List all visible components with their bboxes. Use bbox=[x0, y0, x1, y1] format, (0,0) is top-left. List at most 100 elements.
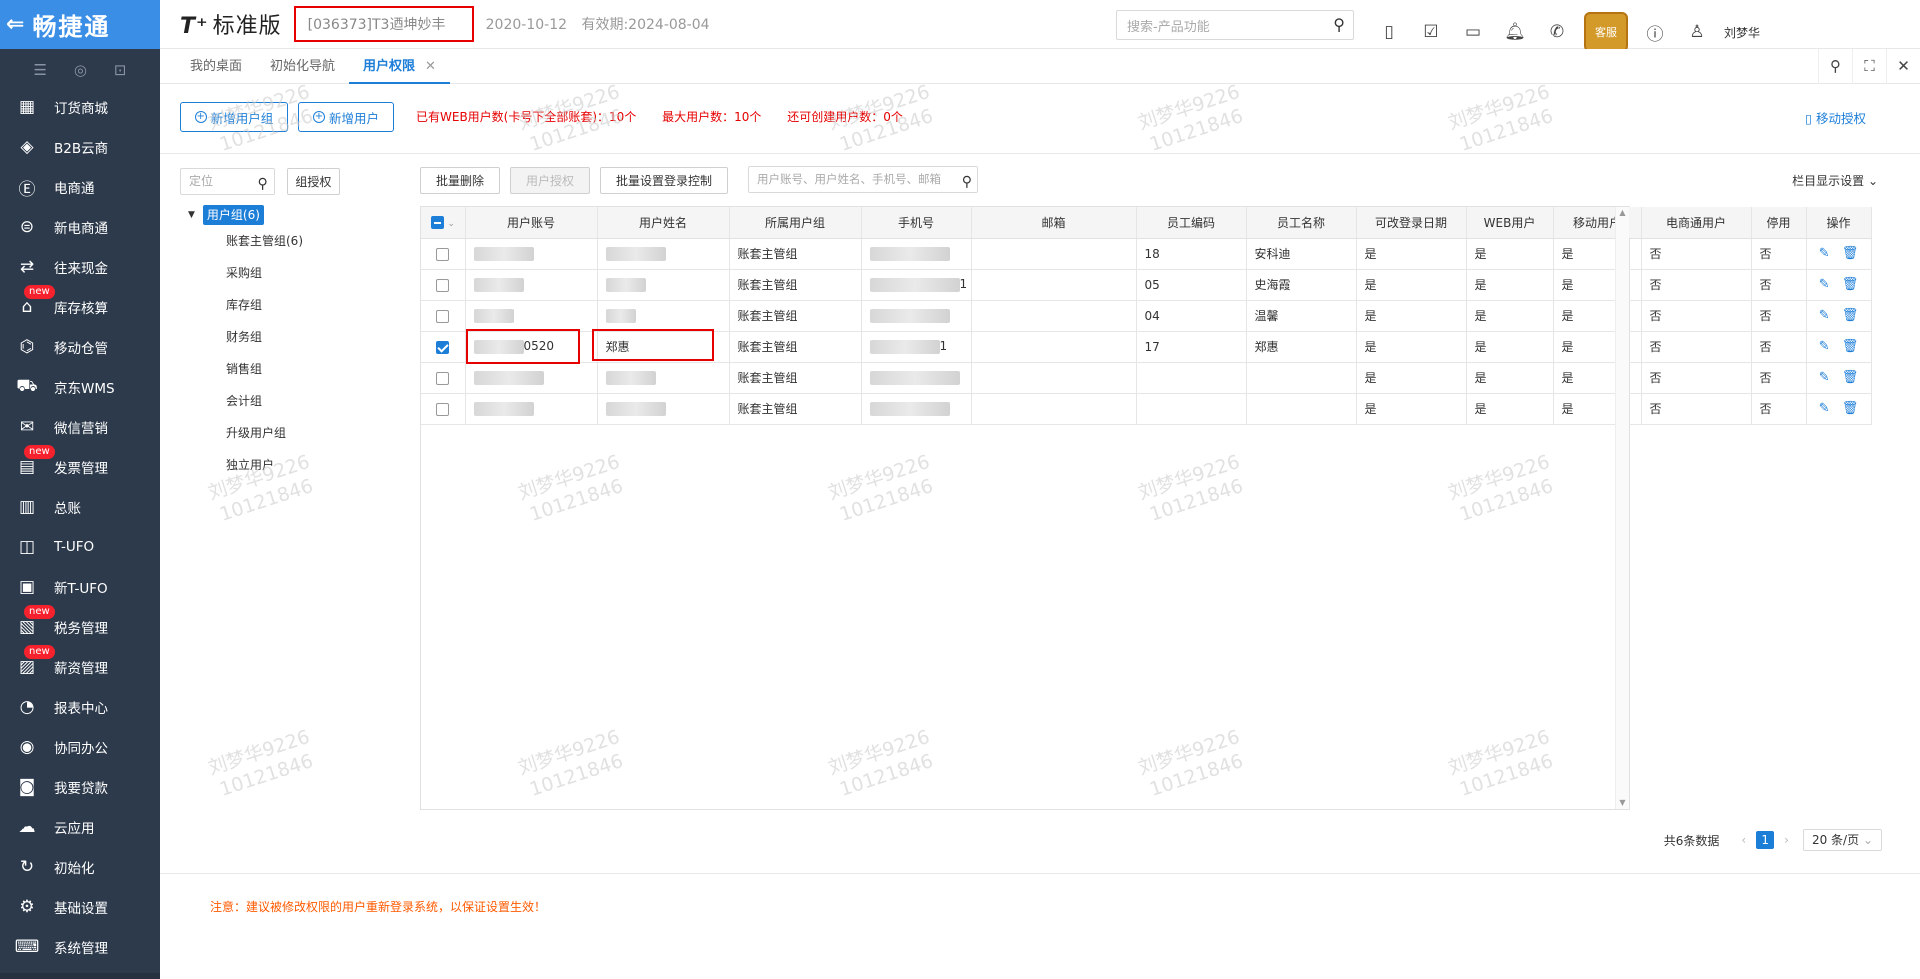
edit-icon[interactable]: ✎ bbox=[1819, 246, 1830, 261]
search-icon[interactable]: ⚲ bbox=[1333, 15, 1345, 34]
sidebar-item[interactable]: ✉ 微信营销 bbox=[0, 407, 160, 447]
scroll-down-icon[interactable]: ▼ bbox=[1616, 797, 1629, 809]
row-checkbox-cell[interactable] bbox=[421, 362, 466, 394]
tree-node[interactable]: 升级用户组 bbox=[180, 417, 340, 449]
batch-delete-button[interactable]: 批量删除 bbox=[420, 166, 500, 194]
row-checkbox-cell[interactable] bbox=[421, 393, 466, 425]
row-checkbox[interactable] bbox=[436, 278, 450, 292]
tree-node[interactable]: 独立用户 bbox=[180, 449, 340, 481]
trash-icon[interactable]: 🗑︎ bbox=[1842, 308, 1859, 323]
edit-icon[interactable]: ⊡ bbox=[114, 61, 127, 79]
row-checkbox-cell[interactable] bbox=[421, 331, 466, 363]
sidebar-item[interactable]: ▥ 总账 bbox=[0, 487, 160, 527]
search-icon[interactable]: ◎ bbox=[74, 61, 87, 79]
sidebar-item[interactable]: ☁ 云应用 bbox=[0, 807, 160, 847]
col-header[interactable]: 邮箱 bbox=[971, 207, 1137, 239]
table-row[interactable]: 账套主管组 18 安科迪是是是否否 ✎ 🗑︎ bbox=[421, 238, 1872, 270]
tree-root[interactable]: ▼ 用户组(6) bbox=[188, 205, 340, 225]
sidebar-item[interactable]: ◙ 我要贷款 bbox=[0, 767, 160, 807]
edit-icon[interactable]: ✎ bbox=[1819, 277, 1830, 292]
tree-node[interactable]: 会计组 bbox=[180, 385, 340, 417]
sidebar-item[interactable]: ▦ 订货商城 bbox=[0, 87, 160, 127]
row-checkbox-cell[interactable] bbox=[421, 300, 466, 332]
doc-icon[interactable]: ▯ bbox=[1368, 22, 1410, 42]
tab-my-desktop[interactable]: 我的桌面 bbox=[176, 49, 256, 84]
search-icon[interactable]: ⚲ bbox=[1818, 49, 1852, 84]
brand-bar[interactable]: ⇐ 畅捷通 bbox=[0, 0, 160, 49]
trash-icon[interactable]: 🗑︎ bbox=[1842, 401, 1859, 416]
batch-login-control-button[interactable]: 批量设置登录控制 bbox=[600, 166, 728, 194]
search-icon[interactable]: ⚲ bbox=[257, 172, 267, 197]
username[interactable]: 刘梦华 bbox=[1724, 24, 1760, 41]
prev-page-button[interactable]: ‹ bbox=[1741, 833, 1746, 847]
add-group-button[interactable]: + 新增用户组 bbox=[180, 102, 288, 132]
help-icon[interactable]: ⓘ bbox=[1634, 20, 1676, 45]
table-row[interactable]: 账套主管组 1 05 史海霞是是是否否 ✎ 🗑︎ bbox=[421, 269, 1872, 301]
sidebar-item[interactable]: ▨ new 薪资管理 bbox=[0, 645, 160, 687]
select-all-checkbox[interactable]: ⌄ bbox=[421, 207, 466, 239]
close-icon[interactable]: ✕ bbox=[1886, 49, 1920, 84]
tree-node[interactable]: 财务组 bbox=[180, 321, 340, 353]
table-row[interactable]: 账套主管组是是是否否 ✎ 🗑︎ bbox=[421, 393, 1872, 425]
mobile-auth-link[interactable]: ▯ 移动授权 bbox=[1805, 108, 1866, 127]
sidebar-item[interactable]: ⌂ new 库存核算 bbox=[0, 285, 160, 327]
edit-icon[interactable]: ✎ bbox=[1819, 401, 1830, 416]
col-header[interactable]: 电商通用户 bbox=[1641, 207, 1752, 239]
user-auth-button[interactable]: 用户授权 bbox=[510, 166, 590, 194]
edit-icon[interactable]: ✎ bbox=[1819, 370, 1830, 385]
page-size-select[interactable]: 20 条/页 ⌄ bbox=[1802, 829, 1882, 851]
col-header[interactable]: 员工编码 bbox=[1136, 207, 1247, 239]
tree-node[interactable]: 采购组 bbox=[180, 257, 340, 289]
sidebar-item[interactable]: ▤ new 发票管理 bbox=[0, 445, 160, 487]
sidebar-item[interactable]: ⇄ 往来现金 bbox=[0, 247, 160, 287]
trash-icon[interactable]: 🗑︎ bbox=[1842, 370, 1859, 385]
row-checkbox[interactable] bbox=[436, 340, 450, 354]
close-icon[interactable]: ✕ bbox=[425, 59, 436, 74]
sidebar-item[interactable]: ◔ 报表中心 bbox=[0, 687, 160, 727]
sidebar-item[interactable]: Ⓔ 电商通 bbox=[0, 167, 160, 207]
tree-node[interactable]: 库存组 bbox=[180, 289, 340, 321]
edit-icon[interactable]: ✎ bbox=[1819, 339, 1830, 354]
col-header[interactable]: 所属用户组 bbox=[729, 207, 862, 239]
row-checkbox-cell[interactable] bbox=[421, 238, 466, 270]
row-checkbox[interactable] bbox=[436, 309, 450, 323]
sidebar-item[interactable]: ⌨ 系统管理 bbox=[0, 927, 160, 967]
col-header[interactable]: 员工名称 bbox=[1246, 207, 1357, 239]
trash-icon[interactable]: 🗑︎ bbox=[1842, 339, 1859, 354]
phone-icon[interactable]: ✆ bbox=[1536, 22, 1578, 42]
account-selector[interactable]: [036373]T3迺坤妙丰 bbox=[293, 6, 474, 42]
sidebar-item[interactable]: ◫ T-UFO bbox=[0, 527, 160, 567]
tree-locate-input[interactable]: 定位 ⚲ bbox=[180, 168, 275, 195]
col-header[interactable]: 停用 bbox=[1751, 207, 1807, 239]
col-header[interactable]: 操作 bbox=[1806, 207, 1872, 239]
add-user-button[interactable]: + 新增用户 bbox=[298, 102, 394, 132]
sidebar-item[interactable]: ↻ 初始化 bbox=[0, 847, 160, 887]
sidebar-item[interactable]: ▣ 新T-UFO bbox=[0, 567, 160, 607]
message-icon[interactable]: ▭ bbox=[1452, 22, 1494, 42]
sidebar-item[interactable]: ⛟ 京东WMS bbox=[0, 367, 160, 407]
col-header[interactable]: 可改登录日期 bbox=[1356, 207, 1467, 239]
sidebar-item[interactable]: ⚙ 基础设置 bbox=[0, 887, 160, 927]
col-header[interactable]: 用户姓名 bbox=[597, 207, 730, 239]
row-checkbox[interactable] bbox=[436, 247, 450, 261]
customer-service-avatar[interactable]: 客服 bbox=[1584, 12, 1628, 52]
next-page-button[interactable]: › bbox=[1784, 833, 1789, 847]
row-checkbox[interactable] bbox=[436, 402, 450, 416]
col-header[interactable]: 手机号 bbox=[861, 207, 972, 239]
table-row[interactable]: 0520 郑惠 账套主管组 1 17 郑惠是是是否否 ✎ 🗑︎ bbox=[421, 331, 1872, 363]
table-row[interactable]: 账套主管组 04 温馨是是是否否 ✎ 🗑︎ bbox=[421, 300, 1872, 332]
sidebar-item[interactable]: ⊜ 新电商通 bbox=[0, 207, 160, 247]
bell-icon[interactable]: 🔔︎ bbox=[1494, 22, 1536, 42]
tab-init-nav[interactable]: 初始化导航 bbox=[256, 49, 349, 84]
tab-user-permission[interactable]: 用户权限 ✕ bbox=[349, 49, 450, 84]
search-icon[interactable]: ⚲ bbox=[962, 170, 972, 195]
sidebar-item[interactable]: ⌬ 移动仓管 bbox=[0, 327, 160, 367]
col-header[interactable]: 用户账号 bbox=[465, 207, 598, 239]
group-auth-button[interactable]: 组授权 bbox=[286, 168, 340, 195]
col-header[interactable]: WEB用户 bbox=[1466, 207, 1554, 239]
sidebar-item[interactable]: ◉ 协同办公 bbox=[0, 727, 160, 767]
edit-icon[interactable]: ✎ bbox=[1819, 308, 1830, 323]
caret-down-icon[interactable]: ▼ bbox=[188, 210, 195, 220]
scroll-up-icon[interactable]: ▲ bbox=[1616, 207, 1629, 219]
table-row[interactable]: 账套主管组是是是否否 ✎ 🗑︎ bbox=[421, 362, 1872, 394]
